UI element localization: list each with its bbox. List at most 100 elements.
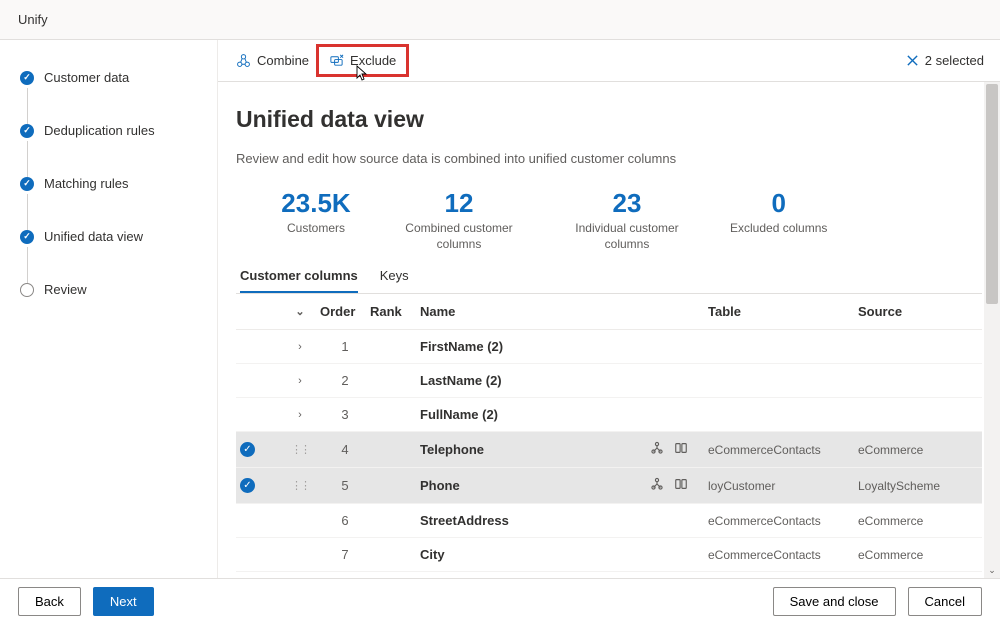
table-row[interactable]: › 1 FirstName (2): [236, 330, 982, 364]
step-label: Customer data: [44, 70, 129, 85]
row-table: loyCustomer: [708, 479, 858, 493]
back-button[interactable]: Back: [18, 587, 81, 616]
drag-handle-icon[interactable]: ⋮⋮: [291, 443, 309, 456]
row-name: Telephone: [420, 442, 650, 457]
row-order: 7: [320, 547, 370, 562]
row-source: eCommerce: [858, 514, 968, 528]
stat-value: 12: [394, 188, 524, 219]
next-button[interactable]: Next: [93, 587, 154, 616]
row-name: Phone: [420, 478, 650, 493]
selected-count-text: 2 selected: [925, 53, 984, 68]
header-title: Unify: [18, 12, 48, 27]
exclude-button[interactable]: Exclude: [319, 47, 406, 74]
row-name: StreetAddress: [420, 513, 650, 528]
cancel-button[interactable]: Cancel: [908, 587, 982, 616]
step-review[interactable]: Review: [20, 282, 201, 297]
table-row[interactable]: ✓ ⋮⋮ 5 Phone loyCustomerLoyaltyScheme: [236, 468, 982, 504]
row-order: 1: [320, 339, 370, 354]
checkmark-icon[interactable]: ✓: [240, 442, 255, 457]
row-order: 3: [320, 407, 370, 422]
chevron-right-icon[interactable]: ›: [298, 409, 302, 421]
combine-button[interactable]: Combine: [226, 47, 319, 74]
table-row[interactable]: 6 StreetAddress eCommerceContactseCommerce: [236, 504, 982, 538]
table-row[interactable]: 8StateeCommerceContactseCommerce: [236, 572, 982, 578]
circle-icon: [20, 283, 34, 297]
checkmark-icon: ✓: [20, 177, 34, 191]
stat-value: 23.5K: [276, 188, 356, 219]
table-body: ›1FirstName (2)›2LastName (2)›3FullName …: [236, 330, 982, 578]
checkmark-icon: ✓: [20, 230, 34, 244]
wizard-steps-sidebar: ✓ Customer data ✓ Deduplication rules ✓ …: [0, 40, 218, 578]
hierarchy-icon[interactable]: [650, 441, 664, 458]
table-row[interactable]: 7 City eCommerceContactseCommerce: [236, 538, 982, 572]
drag-handle-icon[interactable]: ⋮⋮: [291, 479, 309, 492]
tab-row: Customer columns Keys: [236, 260, 982, 294]
page-subtitle: Review and edit how source data is combi…: [236, 151, 982, 166]
stat-label: Individual customer columns: [562, 221, 692, 252]
row-name: FullName (2): [420, 407, 650, 422]
chevron-right-icon[interactable]: ›: [298, 375, 302, 387]
step-label: Unified data view: [44, 229, 143, 244]
exclude-label: Exclude: [350, 53, 396, 68]
toolbar: Combine Exclude 2 selected: [218, 40, 1000, 82]
stat-value: 0: [730, 188, 827, 219]
columns-icon[interactable]: [674, 477, 688, 494]
close-icon: [906, 54, 919, 67]
exclude-icon: [329, 53, 344, 68]
vertical-scrollbar[interactable]: ⌄: [984, 82, 1000, 578]
row-name: LastName (2): [420, 373, 650, 388]
sort-toggle[interactable]: ⌄: [280, 305, 320, 318]
column-header-rank[interactable]: Rank: [370, 304, 420, 319]
page-title: Unified data view: [236, 106, 982, 133]
scrollbar-thumb[interactable]: [986, 84, 998, 304]
stat-combined-columns: 12 Combined customer columns: [394, 188, 524, 252]
save-and-close-button[interactable]: Save and close: [773, 587, 896, 616]
tab-customer-columns[interactable]: Customer columns: [240, 260, 358, 293]
checkmark-icon: ✓: [20, 124, 34, 138]
step-label: Deduplication rules: [44, 123, 155, 138]
row-table: eCommerceContacts: [708, 443, 858, 457]
row-source: LoyaltyScheme: [858, 479, 968, 493]
stat-label: Customers: [276, 221, 356, 237]
row-source: eCommerce: [858, 548, 968, 562]
footer-bar: Back Next Save and close Cancel: [0, 578, 1000, 624]
page-header: Unify: [0, 0, 1000, 40]
chevron-down-icon[interactable]: ⌄: [984, 562, 1000, 578]
column-header-source[interactable]: Source: [858, 304, 968, 319]
table-row[interactable]: ›2LastName (2): [236, 364, 982, 398]
step-deduplication-rules[interactable]: ✓ Deduplication rules: [20, 123, 201, 138]
column-header-order[interactable]: Order: [320, 304, 370, 319]
row-order: 4: [320, 442, 370, 457]
table-row[interactable]: ✓ ⋮⋮ 4 Telephone eCommerceContactseCommerce: [236, 432, 982, 468]
clear-selection-button[interactable]: 2 selected: [906, 53, 984, 68]
stats-row: 23.5K Customers 12 Combined customer col…: [236, 188, 982, 252]
step-unified-data-view[interactable]: ✓ Unified data view: [20, 229, 201, 244]
stat-individual-columns: 23 Individual customer columns: [562, 188, 692, 252]
row-name: FirstName (2): [420, 339, 650, 354]
row-table: eCommerceContacts: [708, 514, 858, 528]
tab-keys[interactable]: Keys: [380, 260, 409, 293]
row-order: 5: [320, 478, 370, 493]
combine-icon: [236, 53, 251, 68]
step-label: Matching rules: [44, 176, 129, 191]
combine-label: Combine: [257, 53, 309, 68]
chevron-right-icon[interactable]: ›: [298, 341, 302, 353]
step-customer-data[interactable]: ✓ Customer data: [20, 70, 201, 85]
row-table: eCommerceContacts: [708, 548, 858, 562]
stat-label: Excluded columns: [730, 221, 827, 237]
row-order: 6: [320, 513, 370, 528]
table-row[interactable]: › 3 FullName (2): [236, 398, 982, 432]
column-header-table[interactable]: Table: [708, 304, 858, 319]
columns-icon[interactable]: [674, 441, 688, 458]
table-header: ⌄ Order Rank Name Table Source: [236, 294, 982, 330]
column-header-name[interactable]: Name: [420, 304, 650, 319]
content-area: Unified data view Review and edit how so…: [218, 82, 1000, 578]
row-name: City: [420, 547, 650, 562]
row-source: eCommerce: [858, 443, 968, 457]
checkmark-icon: ✓: [20, 71, 34, 85]
stat-label: Combined customer columns: [394, 221, 524, 252]
step-matching-rules[interactable]: ✓ Matching rules: [20, 176, 201, 191]
step-label: Review: [44, 282, 87, 297]
checkmark-icon[interactable]: ✓: [240, 478, 255, 493]
hierarchy-icon[interactable]: [650, 477, 664, 494]
